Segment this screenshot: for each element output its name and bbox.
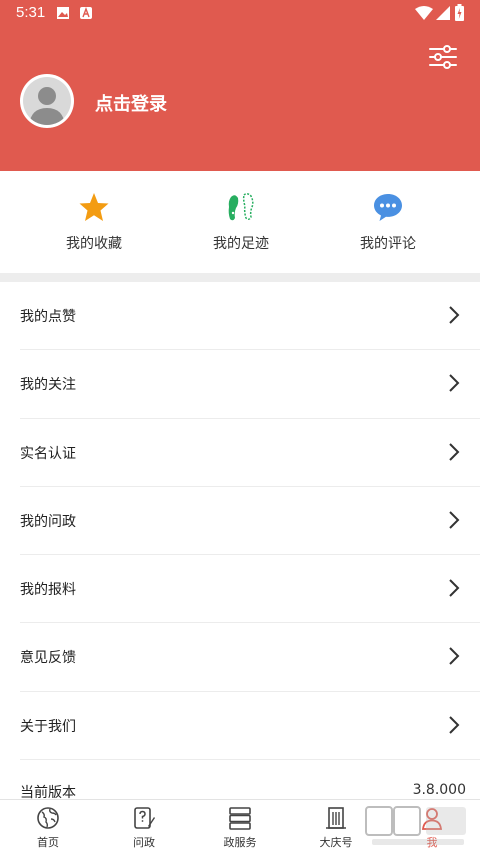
tab-label: 首页 xyxy=(37,836,59,849)
gallery-icon xyxy=(57,7,69,19)
chevron-right-icon xyxy=(449,442,460,461)
footprints-icon xyxy=(228,192,254,221)
chevron-right-icon xyxy=(449,374,460,393)
menu-item-label: 实名认证 xyxy=(20,445,76,462)
quick-action-label: 我的收藏 xyxy=(66,236,122,252)
tab-label: 政服务 xyxy=(223,836,257,849)
menu-item-label: 我的关注 xyxy=(20,377,76,394)
battery-icon xyxy=(455,4,464,21)
menu-item-label: 我的报料 xyxy=(20,582,76,599)
menu-item-follows[interactable]: 我的关注 xyxy=(20,350,480,419)
chevron-right-icon xyxy=(449,716,460,734)
menu-item-label: 关于我们 xyxy=(20,718,76,735)
avatar[interactable] xyxy=(20,74,74,128)
chevron-right-icon xyxy=(449,647,460,666)
server-icon xyxy=(229,807,251,830)
watermark-logo xyxy=(365,806,466,845)
chevron-right-icon xyxy=(449,579,460,597)
building-icon xyxy=(326,807,346,829)
question-pen-icon xyxy=(134,807,155,829)
chevron-right-icon xyxy=(449,511,460,529)
wifi-icon xyxy=(415,6,433,20)
menu-item-verification[interactable]: 实名认证 xyxy=(20,419,480,487)
menu-item-feedback[interactable]: 意见反馈 xyxy=(20,623,480,692)
login-link[interactable]: 点击登录 xyxy=(95,90,167,116)
status-bar: 5:31 xyxy=(0,0,480,28)
menu-item-likes[interactable]: 我的点赞 xyxy=(20,282,480,351)
comment-icon xyxy=(374,194,402,221)
quick-actions: 我的收藏 我的足迹 我的评论 xyxy=(0,171,480,273)
quick-action-comments[interactable]: 我的评论 xyxy=(328,191,448,253)
notification-a-icon xyxy=(80,7,92,19)
settings-menu: 我的点赞 我的关注 实名认证 我的问政 我的报料 意见反馈 关于我们 xyxy=(0,282,480,761)
settings-sliders-icon[interactable] xyxy=(428,44,458,70)
tab-inquiry[interactable]: 问政 xyxy=(96,806,192,850)
status-time: 5:31 xyxy=(16,4,46,21)
menu-item-inquiries[interactable]: 我的问政 xyxy=(20,487,480,556)
chevron-right-icon xyxy=(449,306,460,324)
tab-label: 问政 xyxy=(133,836,155,849)
default-avatar-icon xyxy=(29,87,65,125)
globe-icon xyxy=(37,807,59,829)
menu-item-reports[interactable]: 我的报料 xyxy=(20,555,480,624)
signal-icon xyxy=(436,6,450,20)
menu-item-label: 意见反馈 xyxy=(20,650,76,667)
quick-action-label: 我的足迹 xyxy=(213,236,269,252)
quick-action-label: 我的评论 xyxy=(360,236,416,252)
tab-services[interactable]: 政服务 xyxy=(192,806,288,850)
version-row: 当前版本 3.8.000 xyxy=(20,774,466,802)
version-value: 3.8.000 xyxy=(412,782,466,798)
profile-header: 5:31 点击登录 xyxy=(0,0,480,171)
menu-item-about[interactable]: 关于我们 xyxy=(20,692,480,761)
tab-home[interactable]: 首页 xyxy=(0,806,96,850)
quick-action-footprints[interactable]: 我的足迹 xyxy=(181,191,301,253)
menu-item-label: 我的问政 xyxy=(20,513,76,530)
section-divider xyxy=(0,273,480,282)
star-icon xyxy=(79,193,109,221)
menu-item-label: 我的点赞 xyxy=(20,309,76,325)
quick-action-favorites[interactable]: 我的收藏 xyxy=(34,191,154,253)
